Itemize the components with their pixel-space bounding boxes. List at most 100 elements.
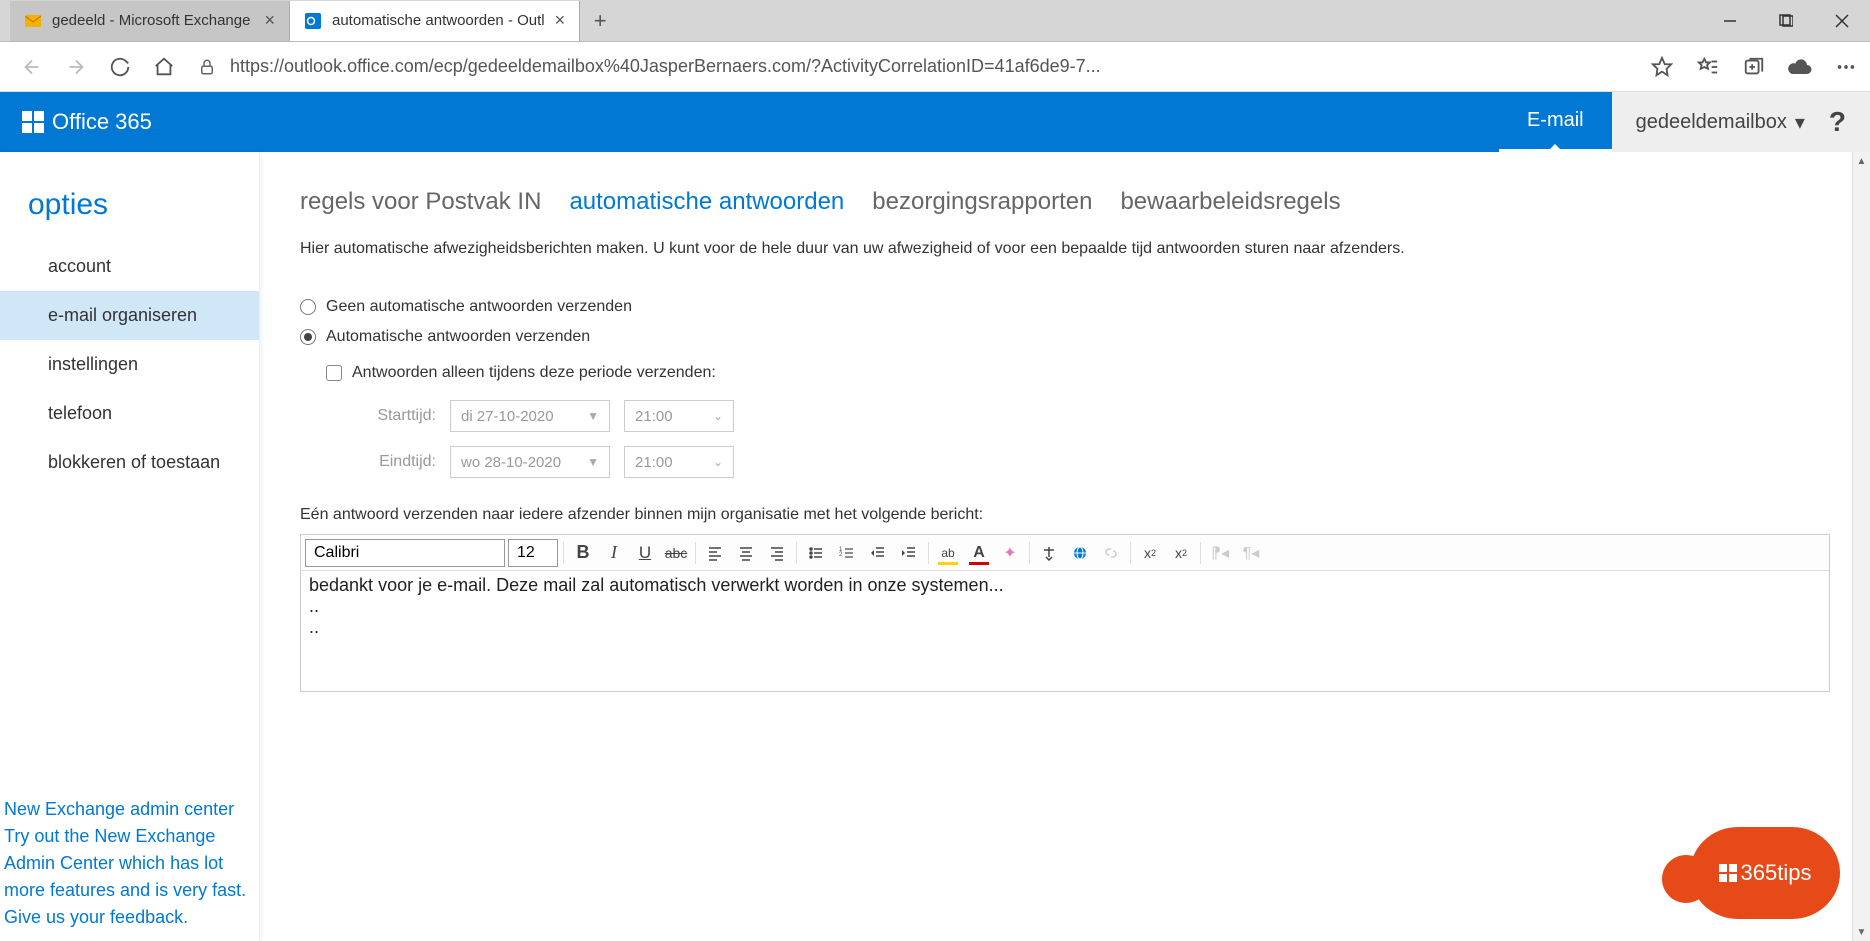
minimize-button[interactable] bbox=[1702, 0, 1758, 42]
caret-down-icon: ▼ bbox=[587, 455, 599, 469]
editor-toolbar: B I U abc 12 ab A ✦ bbox=[301, 535, 1829, 571]
browser-tab-inactive[interactable]: gedeeld - Microsoft Exchange × bbox=[10, 1, 290, 41]
close-icon[interactable]: × bbox=[555, 10, 566, 31]
editor-textarea[interactable]: bedankt voor je e-mail. Deze mail zal au… bbox=[301, 571, 1829, 691]
end-time-row: Eindtijd: wo 28-10-2020▼ 21:00⌄ bbox=[356, 446, 1830, 478]
sidebar-item[interactable]: telefoon bbox=[0, 389, 259, 438]
header-app-link[interactable]: E-mail bbox=[1499, 92, 1612, 152]
font-size-select[interactable] bbox=[508, 539, 558, 567]
favorite-star-icon[interactable] bbox=[1648, 53, 1676, 81]
radio-send-autoreply[interactable]: Automatische antwoorden verzenden bbox=[300, 328, 1830, 346]
radio-icon[interactable] bbox=[300, 329, 316, 345]
end-time-select[interactable]: 21:00⌄ bbox=[624, 446, 734, 478]
mail-favicon-icon bbox=[24, 12, 42, 30]
insert-link-button[interactable] bbox=[1066, 539, 1094, 567]
content-tab[interactable]: automatische antwoorden bbox=[569, 188, 844, 216]
content-tab[interactable]: bewaarbeleidsregels bbox=[1120, 188, 1340, 216]
end-label: Eindtijd: bbox=[356, 453, 436, 471]
maximize-button[interactable] bbox=[1758, 0, 1814, 42]
period-checkbox-row[interactable]: Antwoorden alleen tijdens deze periode v… bbox=[326, 364, 1830, 382]
brand-text: Office 365 bbox=[52, 109, 152, 135]
editor-word: onze bbox=[867, 575, 906, 595]
editor-word: verwerkt bbox=[711, 575, 779, 595]
bullet-list-button[interactable] bbox=[802, 539, 830, 567]
radio-icon[interactable] bbox=[300, 299, 316, 315]
sidebar-item[interactable]: instellingen bbox=[0, 340, 259, 389]
editor-word: automatisch bbox=[609, 575, 706, 595]
new-tab-button[interactable]: + bbox=[580, 8, 620, 34]
checkbox-label: Antwoorden alleen tijdens deze periode v… bbox=[352, 364, 716, 382]
url-field[interactable]: https://outlook.office.com/ecp/gedeeldem… bbox=[198, 56, 1624, 77]
underline-button[interactable]: U bbox=[631, 539, 659, 567]
sidebar-item[interactable]: account bbox=[0, 242, 259, 291]
collections-icon[interactable] bbox=[1740, 53, 1768, 81]
align-center-button[interactable] bbox=[732, 539, 760, 567]
font-family-select[interactable] bbox=[305, 539, 505, 567]
remove-link-button[interactable] bbox=[1097, 539, 1125, 567]
favorites-list-icon[interactable] bbox=[1694, 53, 1722, 81]
outlook-favicon-icon bbox=[304, 12, 322, 30]
scroll-down-icon[interactable]: ▼ bbox=[1853, 923, 1870, 941]
content-tab[interactable]: bezorgingsrapporten bbox=[872, 188, 1092, 216]
close-window-button[interactable] bbox=[1814, 0, 1870, 42]
start-time-row: Starttijd: di 27-10-2020▼ 21:00⌄ bbox=[356, 400, 1830, 432]
sidebar-item[interactable]: blokkeren of toestaan bbox=[0, 438, 259, 487]
user-menu[interactable]: gedeeldemailbox ▾ bbox=[1636, 110, 1805, 135]
close-icon[interactable]: × bbox=[264, 10, 275, 31]
align-right-button[interactable] bbox=[763, 539, 791, 567]
text-direction-button[interactable] bbox=[1035, 539, 1063, 567]
office-logo-icon bbox=[1719, 864, 1737, 882]
forward-button[interactable] bbox=[54, 45, 98, 89]
scroll-up-icon[interactable]: ▲ bbox=[1853, 152, 1870, 170]
more-menu-icon[interactable] bbox=[1832, 53, 1860, 81]
editor-label: Eén antwoord verzenden naar iedere afzen… bbox=[300, 506, 1830, 524]
outdent-button[interactable] bbox=[864, 539, 892, 567]
editor-word: voor bbox=[378, 575, 413, 595]
back-button[interactable] bbox=[10, 45, 54, 89]
ltr-button[interactable]: ⁋◂ bbox=[1206, 539, 1234, 567]
radio-no-autoreply[interactable]: Geen automatische antwoorden verzenden bbox=[300, 298, 1830, 316]
editor-word: je bbox=[418, 575, 432, 595]
start-date-select[interactable]: di 27-10-2020▼ bbox=[450, 400, 610, 432]
chevron-down-icon: ⌄ bbox=[713, 455, 723, 469]
indent-button[interactable] bbox=[895, 539, 923, 567]
clear-formatting-button[interactable]: ✦ bbox=[996, 539, 1024, 567]
italic-button[interactable]: I bbox=[600, 539, 628, 567]
subscript-button[interactable]: x2 bbox=[1167, 539, 1195, 567]
editor-word: systemen... bbox=[912, 575, 1004, 595]
cloud-sync-icon[interactable] bbox=[1786, 53, 1814, 81]
browser-tab-active[interactable]: automatische antwoorden - Outl × bbox=[290, 1, 580, 41]
radio-label: Automatische antwoorden verzenden bbox=[326, 328, 590, 346]
help-button[interactable]: ? bbox=[1829, 106, 1846, 138]
strikethrough-button[interactable]: abc bbox=[662, 539, 690, 567]
number-list-button[interactable]: 12 bbox=[833, 539, 861, 567]
editor-word: bedankt bbox=[309, 575, 373, 595]
tab-title: gedeeld - Microsoft Exchange bbox=[52, 12, 254, 29]
chevron-down-icon: ⌄ bbox=[713, 409, 723, 423]
superscript-button[interactable]: x2 bbox=[1136, 539, 1164, 567]
align-left-button[interactable] bbox=[701, 539, 729, 567]
browser-tab-bar: gedeeld - Microsoft Exchange × automatis… bbox=[0, 0, 1870, 42]
highlight-color-button[interactable]: ab bbox=[934, 539, 962, 567]
rtl-button[interactable]: ¶◂ bbox=[1237, 539, 1265, 567]
sidebar-title: opties bbox=[0, 188, 259, 242]
editor-word: zal bbox=[581, 575, 604, 595]
bold-button[interactable]: B bbox=[569, 539, 597, 567]
page-description: Hier automatische afwezigheidsberichten … bbox=[300, 240, 1830, 258]
home-button[interactable] bbox=[142, 45, 186, 89]
address-bar: https://outlook.office.com/ecp/gedeeldem… bbox=[0, 42, 1870, 92]
editor-word: e-mail. bbox=[437, 575, 491, 595]
font-color-button[interactable]: A bbox=[965, 539, 993, 567]
start-time-select[interactable]: 21:00⌄ bbox=[624, 400, 734, 432]
refresh-button[interactable] bbox=[98, 45, 142, 89]
office365-logo[interactable]: Office 365 bbox=[0, 109, 174, 135]
new-admin-center-promo[interactable]: New Exchange admin center Try out the Ne… bbox=[4, 796, 252, 931]
sidebar-item[interactable]: e-mail organiseren bbox=[0, 291, 259, 340]
vertical-scrollbar[interactable]: ▲ ▼ bbox=[1852, 152, 1870, 941]
tab-title: automatische antwoorden - Outl bbox=[332, 12, 545, 29]
editor-word: Deze bbox=[496, 575, 538, 595]
checkbox-icon[interactable] bbox=[326, 365, 342, 381]
365tips-badge[interactable]: 365tips bbox=[1690, 827, 1840, 919]
content-tab[interactable]: regels voor Postvak IN bbox=[300, 188, 541, 216]
end-date-select[interactable]: wo 28-10-2020▼ bbox=[450, 446, 610, 478]
